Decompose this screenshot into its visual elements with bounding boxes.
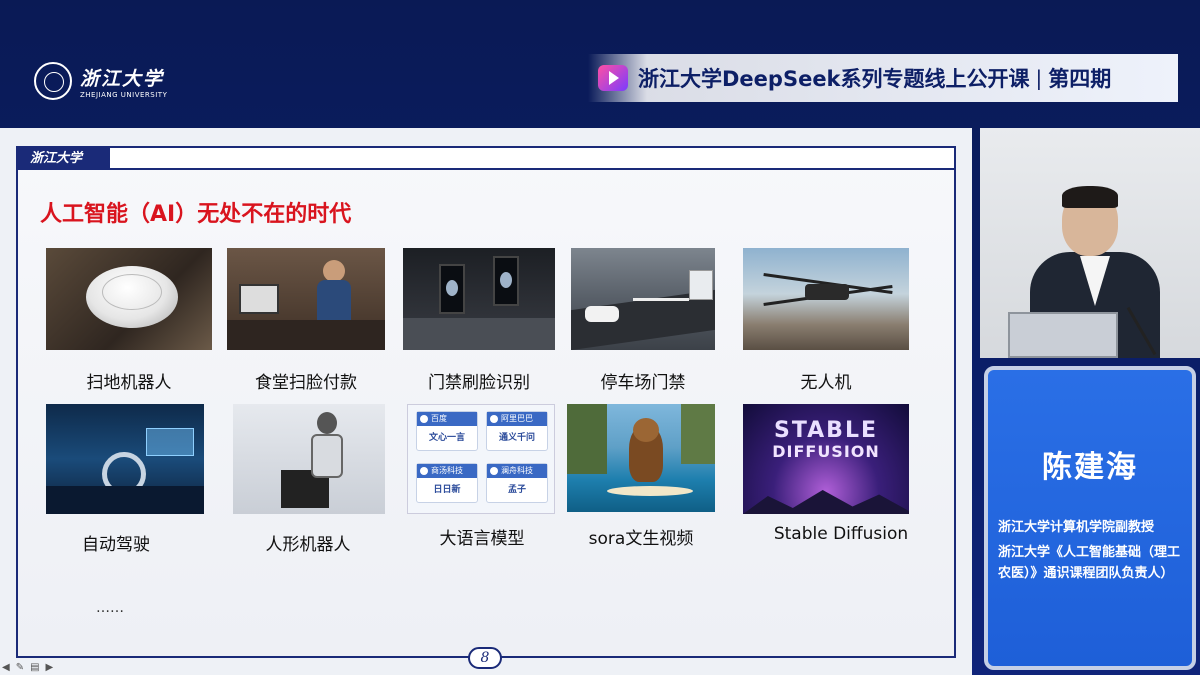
tile-llm: 百度 文心一言 阿里巴巴 通义千问 商汤科技 日日新 澜舟科技 孟子 bbox=[407, 404, 555, 514]
course-title: 浙江大学DeepSeek系列专题线上公开课 bbox=[638, 67, 1030, 91]
speaker-role-1: 浙江大学计算机学院副教授 bbox=[998, 520, 1155, 535]
stable-diffusion-image: STABLE DIFFUSION bbox=[743, 404, 909, 514]
page-number: 8 bbox=[468, 647, 502, 669]
llm-card-sensetime: 商汤科技 日日新 bbox=[416, 463, 478, 503]
humanoid-robot-image bbox=[233, 404, 385, 514]
university-logo: 浙江大学 ZHEJIANG UNIVERSITY bbox=[34, 62, 167, 100]
caption-humanoid-robot: 人形机器人 bbox=[265, 535, 351, 555]
course-separator: | bbox=[1035, 66, 1043, 90]
course-banner: 浙江大学DeepSeek系列专题线上公开课 | 第四期 bbox=[588, 54, 1178, 102]
slide-nav-controls[interactable]: ◀ ✎ ▤ ▶ bbox=[2, 662, 53, 673]
caption-autonomous-driving: 自动驾驶 bbox=[82, 535, 150, 555]
slide-header-logo: 浙江大学 bbox=[18, 148, 110, 170]
menu-icon[interactable]: ▤ bbox=[30, 662, 39, 673]
llm-logos-image: 百度 文心一言 阿里巴巴 通义千问 商汤科技 日日新 澜舟科技 孟子 bbox=[407, 404, 555, 514]
access-face-recognition-image bbox=[403, 248, 555, 350]
tile-access-face-recognition bbox=[403, 248, 555, 350]
logo-text-en: ZHEJIANG UNIVERSITY bbox=[80, 90, 168, 99]
tile-humanoid-robot bbox=[233, 404, 385, 514]
caption-access-face-recognition: 门禁刷脸识别 bbox=[428, 373, 530, 393]
slide-title: 人工智能（AI）无处不在的时代 bbox=[40, 202, 352, 227]
slide-frame: 浙江大学 人工智能（AI）无处不在的时代 扫地机器人 食堂扫脸付款 门禁刷脸识别… bbox=[16, 146, 956, 658]
sd-logo-line2: DIFFUSION bbox=[772, 442, 880, 461]
more-ellipsis: …… bbox=[96, 600, 124, 616]
caption-drone: 无人机 bbox=[800, 373, 852, 393]
speaker-video bbox=[980, 128, 1200, 358]
tile-parking-gate bbox=[571, 248, 715, 350]
llm-card-alibaba: 阿里巴巴 通义千问 bbox=[486, 411, 548, 451]
tile-autonomous-driving bbox=[46, 404, 204, 514]
sora-video-image bbox=[567, 404, 715, 512]
caption-parking-gate: 停车场门禁 bbox=[600, 373, 686, 393]
robot-vacuum-image bbox=[46, 248, 212, 350]
caption-stable-diffusion: Stable Diffusion bbox=[773, 524, 909, 544]
sd-logo-line1: STABLE bbox=[774, 418, 878, 443]
prev-slide-icon[interactable]: ◀ bbox=[2, 662, 10, 673]
course-issue: 第四期 bbox=[1048, 67, 1112, 91]
autonomous-driving-image bbox=[46, 404, 204, 514]
speaker-role-2: 浙江大学《人工智能基础（理工农医）》通识课程团队负责人） bbox=[998, 545, 1181, 581]
llm-card-langboat: 澜舟科技 孟子 bbox=[486, 463, 548, 503]
pen-icon[interactable]: ✎ bbox=[16, 662, 24, 673]
top-banner: 浙江大学 ZHEJIANG UNIVERSITY 浙江大学DeepSeek系列专… bbox=[0, 0, 1200, 128]
presentation-slide: 浙江大学 人工智能（AI）无处不在的时代 扫地机器人 食堂扫脸付款 门禁刷脸识别… bbox=[0, 128, 972, 675]
logo-text-cn: 浙江大学 bbox=[80, 67, 165, 90]
speaker-name: 陈建海 bbox=[1042, 450, 1138, 485]
parking-gate-image bbox=[571, 248, 715, 350]
llm-card-baidu: 百度 文心一言 bbox=[416, 411, 478, 451]
tile-drone bbox=[743, 248, 909, 350]
slide-header-bar: 浙江大学 bbox=[18, 148, 954, 170]
caption-llm: 大语言模型 bbox=[439, 529, 525, 549]
caption-sora: sora文生视频 bbox=[588, 529, 694, 549]
canteen-face-pay-image bbox=[227, 248, 385, 350]
tile-sora bbox=[567, 404, 715, 512]
caption-robot-vacuum: 扫地机器人 bbox=[86, 373, 172, 393]
tile-robot-vacuum bbox=[46, 248, 212, 350]
next-slide-icon[interactable]: ▶ bbox=[46, 662, 54, 673]
university-seal-icon bbox=[34, 62, 72, 100]
play-icon bbox=[598, 65, 628, 91]
tile-stable-diffusion: STABLE DIFFUSION bbox=[743, 404, 909, 514]
caption-canteen-face-pay: 食堂扫脸付款 bbox=[255, 373, 357, 393]
speaker-name-card: 陈建海 浙江大学计算机学院副教授 浙江大学《人工智能基础（理工农医）》通识课程团… bbox=[984, 366, 1196, 670]
tile-canteen-face-pay bbox=[227, 248, 385, 350]
drone-image bbox=[743, 248, 909, 350]
